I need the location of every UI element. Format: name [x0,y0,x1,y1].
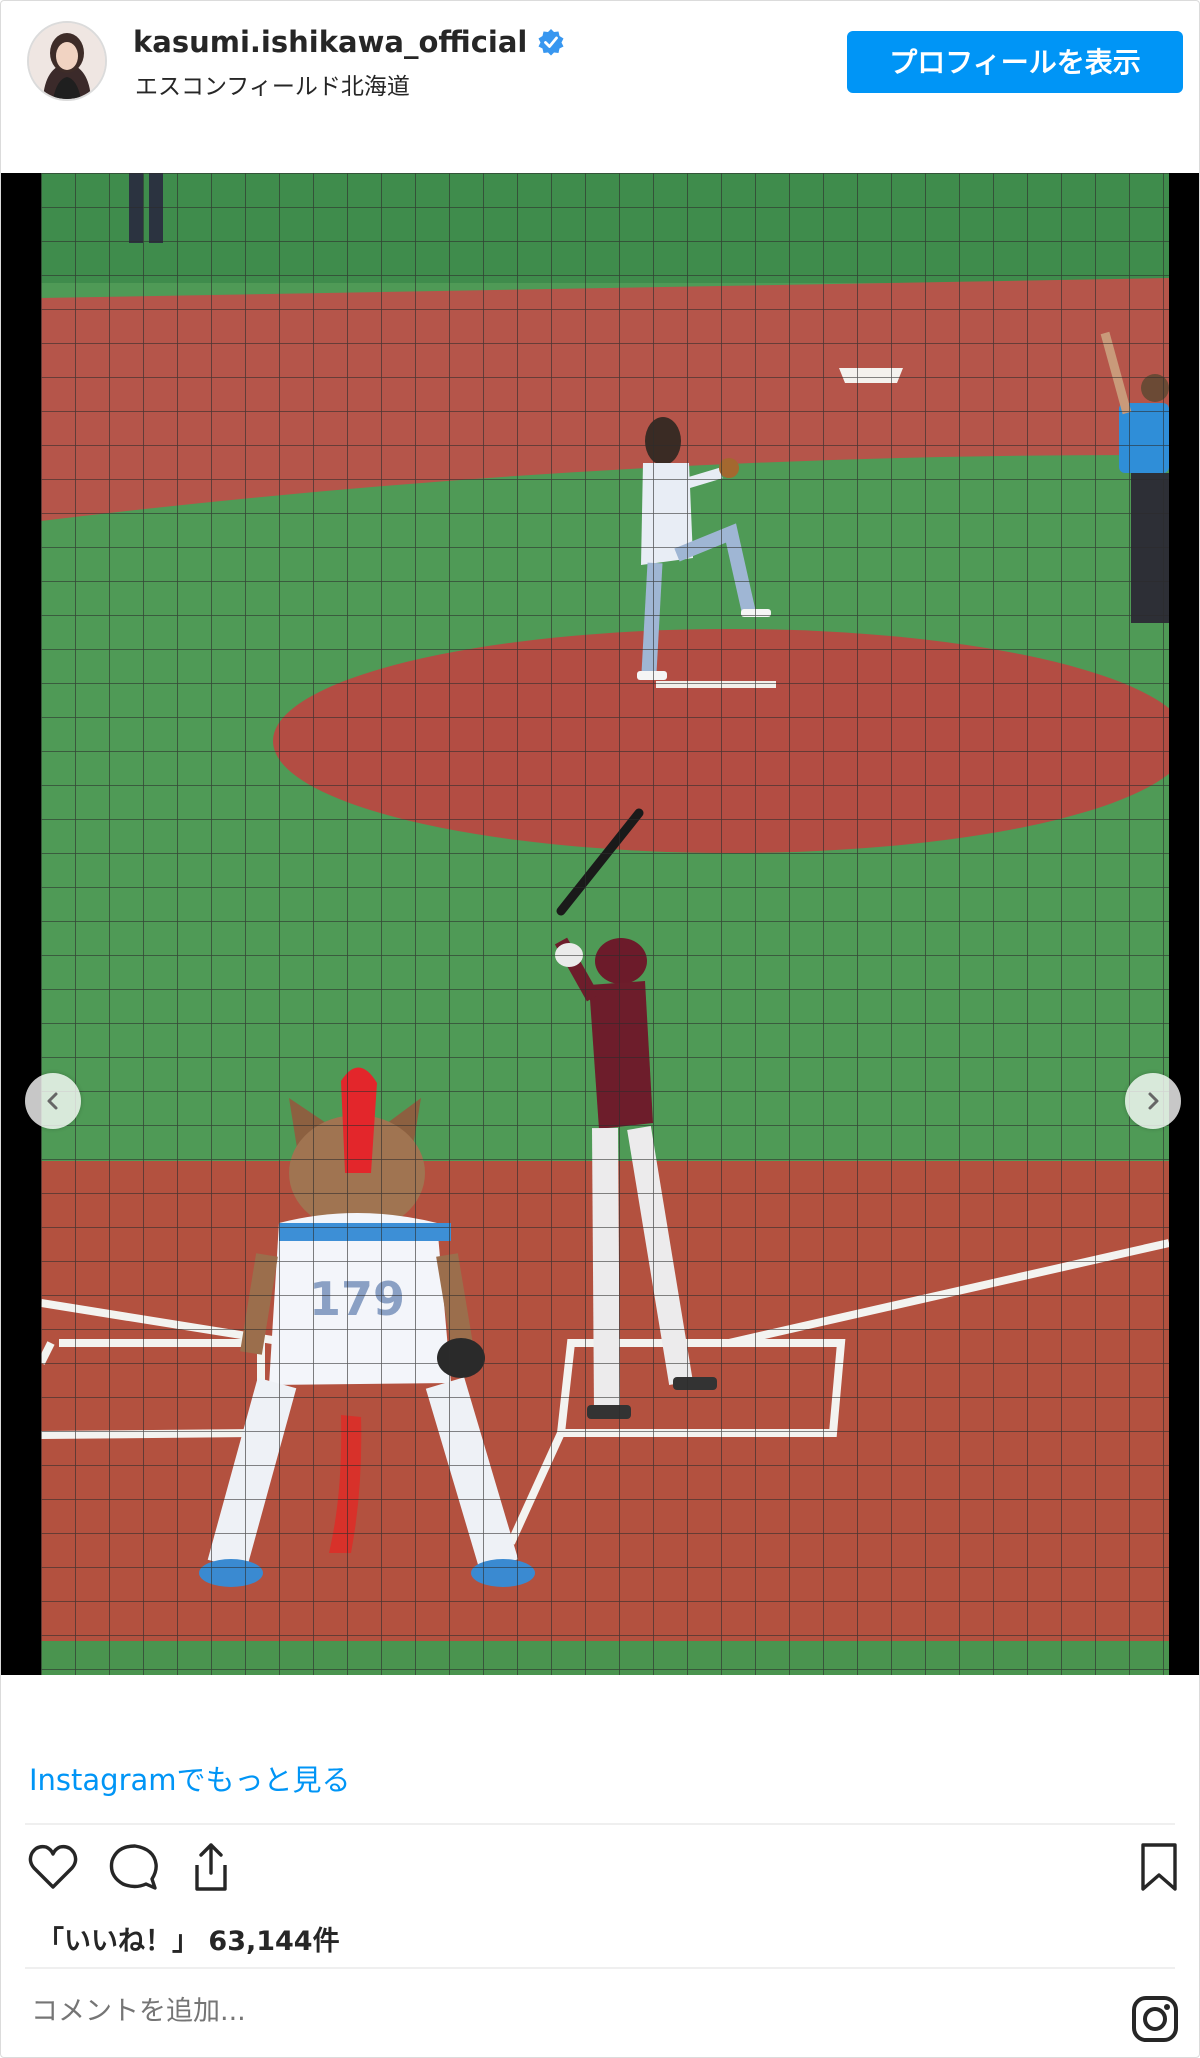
instagram-embed-card: kasumi.ishikawa_official エスコンフィールド北海道 プロ… [0,0,1200,2058]
post-header: kasumi.ishikawa_official エスコンフィールド北海道 プロ… [1,1,1199,121]
verified-badge-icon [537,28,565,56]
view-profile-button[interactable]: プロフィールを表示 [847,31,1183,93]
comment-bubble-icon[interactable] [105,1839,161,1895]
likes-label: 「いいね！」 [37,1926,199,1957]
username-text[interactable]: kasumi.ishikawa_official [133,25,527,59]
instagram-logo-icon[interactable] [1129,1993,1181,2045]
avatar[interactable] [27,21,107,101]
username[interactable]: kasumi.ishikawa_official [133,25,565,59]
bookmark-icon[interactable] [1131,1839,1187,1895]
post-media[interactable]: 179 [1,173,1199,1675]
view-more-on-instagram-link[interactable]: Instagramでもっと見る [29,1757,351,1799]
carousel-prev-button[interactable] [25,1073,81,1129]
chevron-left-icon [47,1092,58,1110]
carousel-next-button[interactable] [1125,1073,1181,1129]
share-icon[interactable] [183,1839,239,1895]
divider [25,1823,1175,1825]
chevron-right-icon [1148,1092,1159,1110]
baseball-field-photo: 179 [41,173,1169,1675]
post-actions [1,1839,1199,1909]
post-location[interactable]: エスコンフィールド北海道 [135,67,410,101]
comment-input[interactable] [29,1995,1033,2028]
heart-icon[interactable] [25,1839,81,1895]
likes-number: 63,144件 [208,1926,340,1957]
likes-count[interactable]: 「いいね！」 63,144件 [37,1919,340,1958]
divider [25,1967,1175,1969]
